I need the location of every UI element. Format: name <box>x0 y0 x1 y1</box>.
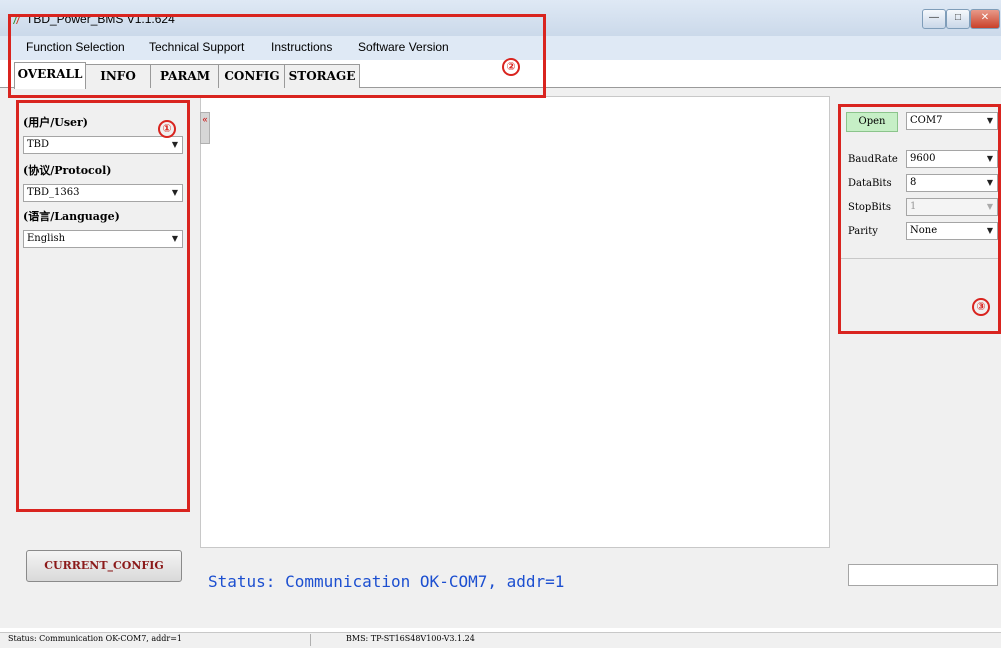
annotation-number-2: ② <box>502 58 520 76</box>
annotation-box-1 <box>16 100 190 512</box>
close-button[interactable]: ✕ <box>970 9 1000 29</box>
annotation-number-1: ① <box>158 120 176 138</box>
right-text-field[interactable] <box>848 564 998 586</box>
tab-overall[interactable]: OVERALL <box>14 62 86 89</box>
center-content-panel <box>200 96 830 548</box>
statusbar-left-text: Status: Communication OK-COM7, addr=1 <box>8 634 183 643</box>
statusbar-right-text: BMS: TP-ST16S48V100-V3.1.24 <box>346 634 475 643</box>
minimize-button[interactable]: — <box>922 9 946 29</box>
current-config-button[interactable]: CURRENT_CONFIG <box>26 550 182 582</box>
collapse-handle[interactable]: « <box>200 112 210 144</box>
statusbar-divider <box>310 634 311 646</box>
annotation-number-3: ③ <box>972 298 990 316</box>
status-message: Status: Communication OK-COM7, addr=1 <box>208 572 565 591</box>
annotation-box-2 <box>8 14 546 98</box>
maximize-button[interactable]: □ <box>946 9 970 29</box>
